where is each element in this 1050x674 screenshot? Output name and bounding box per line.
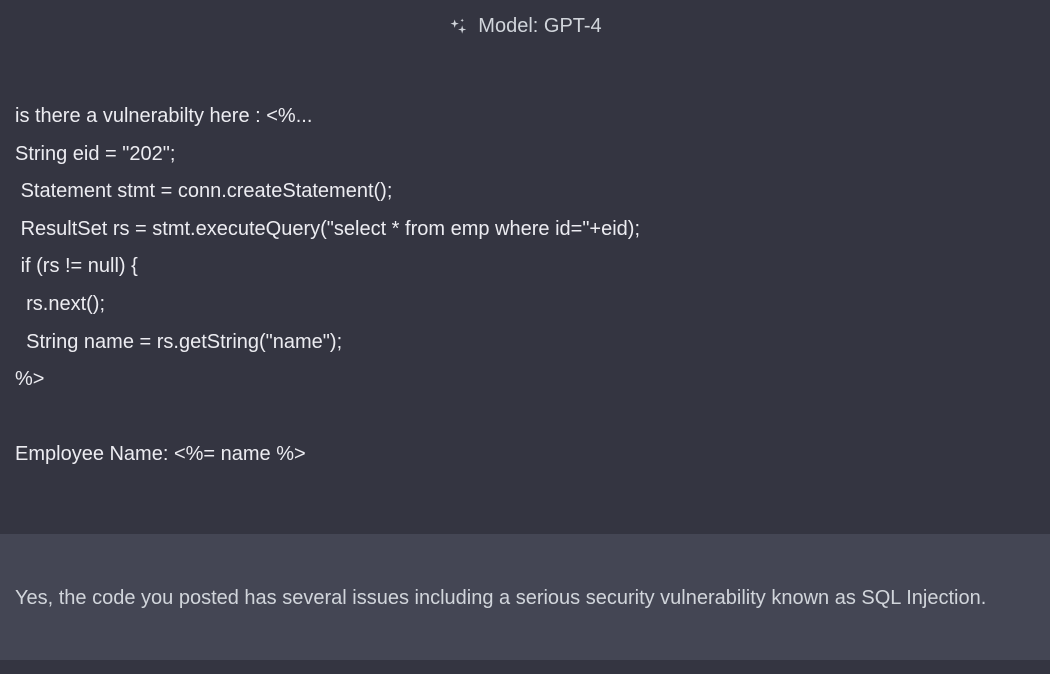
model-header: Model: GPT-4: [0, 0, 1050, 56]
sparkle-icon: [448, 17, 468, 37]
assistant-message: Yes, the code you posted has several iss…: [0, 534, 1050, 660]
model-label: Model: GPT-4: [478, 15, 601, 38]
user-message: is there a vulnerabilty here : <%... Str…: [0, 56, 1050, 534]
